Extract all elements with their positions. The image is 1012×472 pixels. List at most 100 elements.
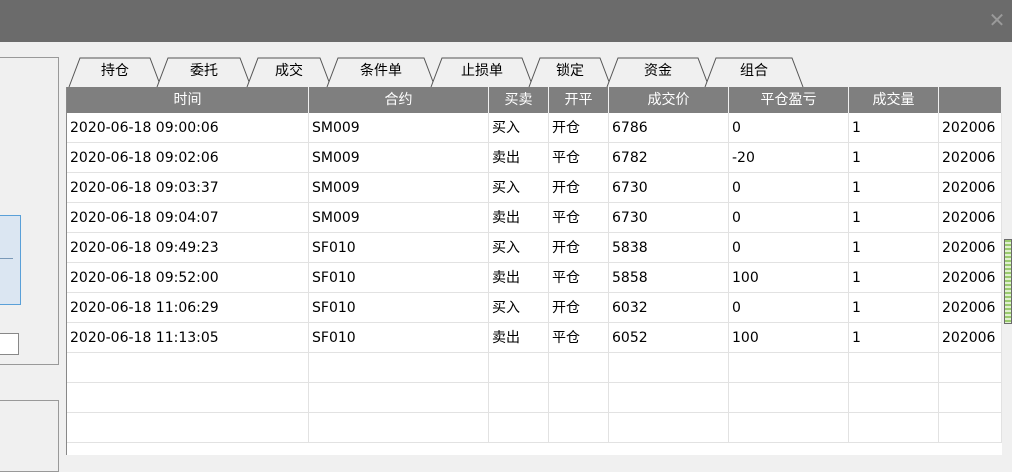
tab-label: 资金: [644, 63, 672, 79]
column-header[interactable]: 买卖: [489, 87, 549, 113]
table-cell: 卖出: [489, 203, 549, 233]
trades-table[interactable]: 时间 合约 买卖 开平 成交价 平仓盈亏 成交量 2020-06-18 09:00:06 SM…: [66, 87, 1002, 455]
column-header[interactable]: 平仓盈亏: [729, 87, 849, 113]
table-cell: [939, 413, 1002, 443]
table-cell: [939, 383, 1002, 413]
table-cell: SM009: [309, 113, 489, 143]
table-row[interactable]: 2020-06-18 09:03:37 SM009 买入 开仓 6730 0 1 202006: [67, 173, 1002, 203]
tab-funds[interactable]: 资金: [606, 56, 710, 88]
table-cell: 平仓: [549, 143, 609, 173]
tab-strip: 持仓 委托 成交 条件单 止损单 锁定 资金 组合: [68, 56, 808, 88]
table-cell: 2020-06-18 11:06:29: [67, 293, 309, 323]
table-cell: 6786: [609, 113, 729, 143]
table-cell: -20: [729, 143, 849, 173]
table-cell: 202006: [939, 113, 1002, 143]
table-cell: 2020-06-18 09:04:07: [67, 203, 309, 233]
tab-conditional[interactable]: 条件单: [326, 56, 436, 88]
table-cell: 6782: [609, 143, 729, 173]
table-cell: 202006: [939, 173, 1002, 203]
empty-row[interactable]: [67, 413, 1002, 443]
table-cell: 1: [849, 233, 939, 263]
table-cell: [489, 413, 549, 443]
column-header[interactable]: 开平: [549, 87, 609, 113]
table-cell: 202006: [939, 323, 1002, 353]
table-cell: 卖出: [489, 323, 549, 353]
table-row[interactable]: 2020-06-18 09:49:23 SF010 买入 开仓 5838 0 1 202006: [67, 233, 1002, 263]
column-header[interactable]: [939, 87, 1002, 113]
table-cell: 1: [849, 113, 939, 143]
table-cell: 202006: [939, 203, 1002, 233]
close-icon[interactable]: ✕: [986, 8, 1008, 32]
table-cell: [849, 383, 939, 413]
tab-label: 委托: [190, 63, 218, 79]
left-panel-lower: [0, 400, 59, 472]
table-cell: 6052: [609, 323, 729, 353]
table-cell: 0: [729, 173, 849, 203]
tab-positions[interactable]: 持仓: [68, 56, 162, 88]
table-row[interactable]: 2020-06-18 09:04:07 SM009 卖出 平仓 6730 0 1 202006: [67, 203, 1002, 233]
table-row[interactable]: 2020-06-18 11:13:05 SF010 卖出 平仓 6052 100 1 2020…: [67, 323, 1002, 353]
table-cell: [729, 383, 849, 413]
table-cell: [849, 353, 939, 383]
table-cell: 1: [849, 173, 939, 203]
tab-label: 锁定: [556, 63, 584, 79]
table-cell: 100: [729, 263, 849, 293]
table-cell: SF010: [309, 293, 489, 323]
table-cell: 202006: [939, 233, 1002, 263]
table-cell: [67, 353, 309, 383]
table-cell: 202006: [939, 293, 1002, 323]
table-cell: 6730: [609, 173, 729, 203]
vertical-scrollbar[interactable]: [1002, 87, 1012, 455]
tab-combo[interactable]: 组合: [704, 56, 804, 88]
table-cell: 开仓: [549, 233, 609, 263]
column-header[interactable]: 合约: [309, 87, 489, 113]
table-header: 时间 合约 买卖 开平 成交价 平仓盈亏 成交量: [67, 87, 1002, 113]
table-cell: 1: [849, 263, 939, 293]
table-cell: 2020-06-18 09:49:23: [67, 233, 309, 263]
table-row[interactable]: 2020-06-18 09:02:06 SM009 卖出 平仓 6782 -20 1 2020…: [67, 143, 1002, 173]
table-cell: [609, 353, 729, 383]
table-cell: 0: [729, 293, 849, 323]
tab-lock[interactable]: 锁定: [528, 56, 612, 88]
table-cell: [609, 383, 729, 413]
table-cell: [309, 383, 489, 413]
table-cell: SF010: [309, 233, 489, 263]
left-small-button[interactable]: [0, 333, 19, 355]
table-cell: 1: [849, 323, 939, 353]
table-cell: 100: [729, 323, 849, 353]
table-cell: 开仓: [549, 293, 609, 323]
empty-row[interactable]: [67, 383, 1002, 413]
table-cell: 买入: [489, 113, 549, 143]
left-panel: [0, 57, 59, 365]
table-row[interactable]: 2020-06-18 09:52:00 SF010 卖出 平仓 5858 100 1 2020…: [67, 263, 1002, 293]
table-cell: [849, 413, 939, 443]
column-header[interactable]: 成交价: [609, 87, 729, 113]
scroll-thumb[interactable]: [1004, 239, 1012, 324]
tab-trades[interactable]: 成交: [246, 56, 332, 88]
table-row[interactable]: 2020-06-18 09:00:06 SM009 买入 开仓 6786 0 1 202006: [67, 113, 1002, 143]
table-cell: 1: [849, 203, 939, 233]
table-cell: 买入: [489, 233, 549, 263]
table-cell: [729, 353, 849, 383]
table-cell: [549, 383, 609, 413]
left-selected-box[interactable]: [0, 215, 21, 305]
tab-orders[interactable]: 委托: [156, 56, 252, 88]
tab-stoploss[interactable]: 止损单: [430, 56, 534, 88]
table-cell: 6730: [609, 203, 729, 233]
table-cell: [489, 353, 549, 383]
table-cell: [939, 353, 1002, 383]
tab-label: 止损单: [461, 63, 503, 79]
table-row[interactable]: 2020-06-18 11:06:29 SF010 买入 开仓 6032 0 1 202006: [67, 293, 1002, 323]
empty-row[interactable]: [67, 353, 1002, 383]
table-cell: 开仓: [549, 113, 609, 143]
tab-label: 组合: [740, 63, 768, 79]
title-bar: ✕: [0, 0, 1012, 42]
table-cell: 平仓: [549, 263, 609, 293]
table-cell: SM009: [309, 143, 489, 173]
table-cell: 开仓: [549, 173, 609, 203]
column-header[interactable]: 时间: [67, 87, 309, 113]
table-cell: [67, 383, 309, 413]
column-header[interactable]: 成交量: [849, 87, 939, 113]
tab-label: 持仓: [101, 63, 129, 79]
table-cell: [489, 383, 549, 413]
